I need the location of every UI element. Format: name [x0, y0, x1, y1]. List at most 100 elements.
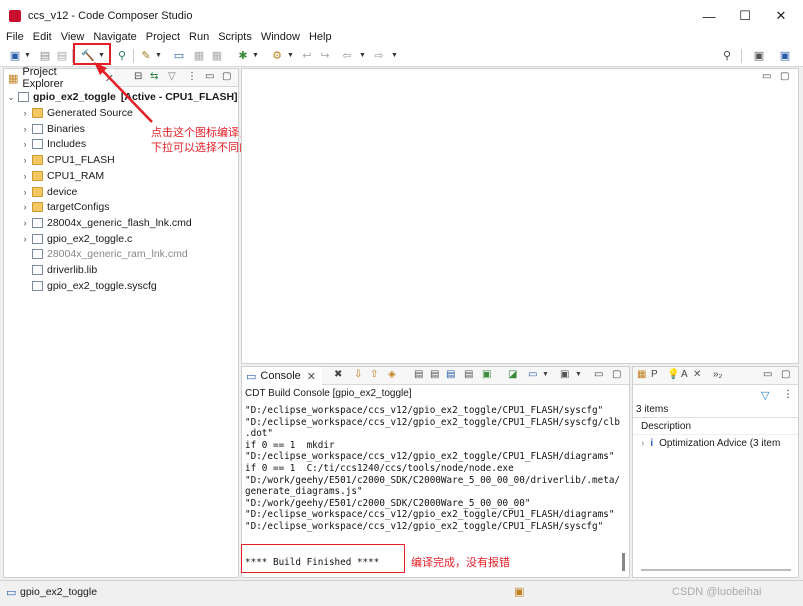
close-icon[interactable]: ✕	[307, 370, 316, 383]
tree-item[interactable]: › targetConfigs	[20, 199, 110, 215]
pin-console-icon[interactable]: ▤	[446, 369, 455, 380]
collapse-all-icon[interactable]: ⊟	[134, 71, 142, 82]
new-dropdown-icon[interactable]: ▼	[24, 49, 31, 63]
chevron-right-icon[interactable]: ›	[20, 171, 30, 181]
search-project-icon[interactable]: ⚙	[270, 49, 284, 63]
pin-icon[interactable]: ▣	[482, 369, 491, 380]
minimize-view-icon[interactable]: ▭	[762, 71, 771, 82]
new-console-dropdown-icon[interactable]: ▼	[575, 371, 582, 378]
ccs-edit-perspective-icon[interactable]: ▣	[778, 49, 792, 63]
new-icon[interactable]: ▣	[8, 49, 22, 63]
chevron-right-icon[interactable]: ›	[20, 139, 30, 149]
maximize-view-icon[interactable]: ▢	[781, 369, 790, 380]
forward-dropdown-icon[interactable]: ▼	[391, 49, 398, 63]
display-dropdown-icon[interactable]: ▼	[542, 371, 549, 378]
menu-run[interactable]: Run	[189, 31, 209, 43]
search-icon[interactable]: ⚲	[720, 49, 734, 63]
advice-row[interactable]: › i Optimization Advice (3 item	[641, 438, 780, 449]
prev-edit-icon[interactable]: ↩	[300, 49, 314, 63]
tab-advice[interactable]: A	[681, 369, 688, 380]
menu-file[interactable]: File	[6, 31, 24, 43]
advice-scrollbar[interactable]	[641, 569, 791, 571]
tab-project-explorer[interactable]: ▦ Project Explorer ✕	[4, 66, 114, 90]
tree-item[interactable]: 28004x_generic_ram_lnk.cmd	[20, 246, 188, 262]
minimize-view-icon[interactable]: ▭	[205, 71, 214, 82]
save-all-icon[interactable]: ▤	[55, 49, 69, 63]
console-line: "D:/eclipse_workspace/ccs_v12/gpio_ex2_t…	[245, 451, 615, 463]
filter-icon[interactable]: ▽	[168, 71, 176, 82]
folder-icon	[32, 155, 43, 166]
link-editor-icon[interactable]: ⇆	[150, 71, 158, 82]
chevron-right-icon[interactable]: ›	[20, 155, 30, 165]
perspective-icon[interactable]: ▣	[752, 49, 766, 63]
back-icon[interactable]: ⇦	[340, 49, 354, 63]
view-menu-icon[interactable]: ⋮	[783, 389, 793, 400]
chevron-right-icon[interactable]: ›	[20, 124, 30, 134]
maximize-view-icon[interactable]: ▢	[612, 369, 621, 380]
tree-item[interactable]: › CPU1_RAM	[20, 168, 105, 184]
tab-properties[interactable]: P	[651, 369, 658, 380]
tree-item[interactable]: › Includes	[20, 136, 87, 152]
menu-view[interactable]: View	[61, 31, 85, 43]
new-console-icon[interactable]: ▣	[560, 369, 569, 380]
chevron-down-icon[interactable]: ⌄	[6, 92, 16, 103]
menu-navigate[interactable]: Navigate	[93, 31, 136, 43]
tree-item[interactable]: › gpio_ex2_toggle.c	[20, 231, 133, 247]
view-menu-icon[interactable]: ⋮	[187, 71, 197, 82]
word-wrap-icon[interactable]: ▤	[430, 369, 439, 380]
next-error-icon[interactable]: ⇩	[354, 369, 362, 380]
external-tools-icon[interactable]: ✱	[236, 49, 250, 63]
clear-console-icon[interactable]: ✖	[334, 369, 342, 380]
debug-icon[interactable]: ⚲	[115, 49, 129, 63]
tree-item[interactable]: › device	[20, 184, 78, 200]
more-tabs[interactable]: »₂	[713, 369, 722, 380]
chevron-right-icon[interactable]: ›	[641, 438, 644, 449]
close-icon[interactable]: ✕	[693, 369, 701, 380]
menu-edit[interactable]: Edit	[33, 31, 52, 43]
search-dropdown-icon[interactable]: ▼	[287, 49, 294, 63]
flash-dropdown-icon[interactable]: ▼	[155, 49, 162, 63]
maximize-view-icon[interactable]: ▢	[780, 71, 789, 82]
menu-project[interactable]: Project	[146, 31, 180, 43]
close-icon[interactable]: ✕	[105, 72, 114, 85]
chevron-right-icon[interactable]: ›	[20, 202, 30, 212]
tree-item[interactable]: › Binaries	[20, 121, 85, 137]
description-column-header[interactable]: Description	[641, 421, 691, 432]
chevron-right-icon[interactable]: ›	[20, 108, 30, 118]
tree-item[interactable]: › Generated Source	[20, 105, 133, 121]
external-tools-dropdown-icon[interactable]: ▼	[252, 49, 259, 63]
chevron-right-icon[interactable]: ›	[20, 187, 30, 197]
tree-item[interactable]: › CPU1_FLASH	[20, 152, 115, 168]
back-dropdown-icon[interactable]: ▼	[359, 49, 366, 63]
tree-item[interactable]: driverlib.lib	[20, 262, 97, 278]
show-console-icon[interactable]: ◈	[388, 369, 396, 380]
chevron-right-icon[interactable]: ›	[20, 234, 30, 244]
watermark: CSDN @luobeihai	[672, 586, 762, 598]
toggle-icon[interactable]: ▦	[192, 49, 206, 63]
main-toolbar: ▣ ▼ ▤ ▤ 🔨 ▼ ⚲ ✎ ▼ ▭ ▦ ▦ ✱ ▼ ⚙ ▼ ↩ ↪ ⇦ ▼ …	[0, 45, 803, 67]
next-edit-icon[interactable]: ↪	[318, 49, 332, 63]
tree-item[interactable]: gpio_ex2_toggle.syscfg	[20, 278, 157, 294]
open-console-icon[interactable]: ◪	[508, 369, 517, 380]
maximize-view-icon[interactable]: ▢	[222, 71, 231, 82]
menu-scripts[interactable]: Scripts	[218, 31, 252, 43]
copy-build-log-icon[interactable]: ▤	[464, 369, 473, 380]
terminal-icon[interactable]: ▭	[172, 49, 186, 63]
tab-console[interactable]: ▭ Console ✕	[242, 367, 322, 385]
menu-window[interactable]: Window	[261, 31, 300, 43]
chevron-right-icon[interactable]: ›	[20, 218, 30, 228]
console-scrollbar[interactable]	[622, 553, 625, 571]
tree-project-root[interactable]: ⌄ gpio_ex2_toggle [Active - CPU1_FLASH]	[6, 89, 237, 105]
scroll-lock-icon[interactable]: ▤	[414, 369, 423, 380]
block-icon[interactable]: ▦	[210, 49, 224, 63]
menu-help[interactable]: Help	[309, 31, 332, 43]
forward-icon[interactable]: ⇨	[372, 49, 386, 63]
previous-error-icon[interactable]: ⇧	[370, 369, 378, 380]
minimize-view-icon[interactable]: ▭	[763, 369, 772, 380]
display-console-icon[interactable]: ▭	[528, 369, 537, 380]
filter-icon[interactable]: ▽	[761, 389, 769, 402]
save-icon[interactable]: ▤	[38, 49, 52, 63]
minimize-view-icon[interactable]: ▭	[594, 369, 603, 380]
tree-item[interactable]: › 28004x_generic_flash_lnk.cmd	[20, 215, 192, 231]
flash-icon[interactable]: ✎	[139, 49, 153, 63]
